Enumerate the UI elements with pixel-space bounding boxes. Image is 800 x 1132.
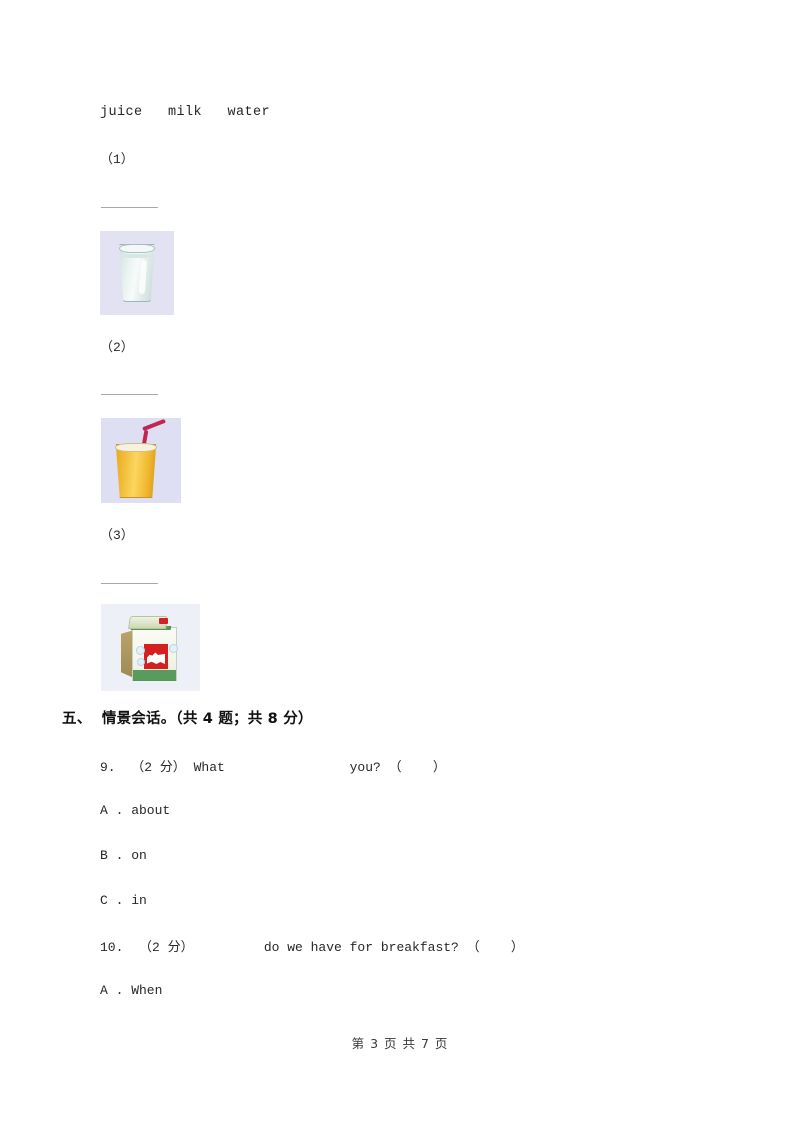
exam-paper-page: juice milk water （1） （2） （3） 五、 情景会话。（共 … [0, 0, 800, 1132]
item-label-3: （3） [100, 528, 134, 543]
glass-of-orange-juice-image [101, 418, 181, 503]
word-bank-line: juice milk water [100, 105, 271, 120]
water-glass-illustration [118, 244, 156, 302]
milk-carton-image [101, 604, 200, 691]
juice-body [115, 444, 157, 498]
water-surface [121, 254, 153, 258]
carton-logo [144, 644, 168, 669]
item-label-2: （2） [100, 340, 134, 355]
answer-blank-3[interactable] [101, 583, 158, 584]
decor-bubble-3 [169, 644, 178, 653]
carton-cap [159, 618, 168, 624]
milk-carton-illustration [121, 614, 179, 682]
question-9-stem: 9. （2 分） What you? （ ） [100, 760, 446, 775]
carton-base-band [133, 670, 176, 681]
juice-glass-illustration [114, 418, 166, 498]
glass-of-water-image [100, 231, 174, 315]
answer-blank-2[interactable] [101, 394, 158, 395]
juice-foam [115, 443, 157, 452]
question-9-option-c[interactable]: C . in [100, 893, 147, 908]
question-9-option-a[interactable]: A . about [100, 803, 170, 818]
section-heading: 五、 情景会话。（共 4 题；共 8 分） [62, 711, 313, 727]
page-footer: 第 3 页 共 7 页 [351, 1036, 449, 1051]
cow-icon [147, 652, 165, 664]
question-9-option-b[interactable]: B . on [100, 848, 147, 863]
answer-blank-1[interactable] [101, 207, 158, 208]
glass-rim [119, 244, 155, 253]
item-label-1: （1） [100, 152, 134, 167]
question-10-option-a[interactable]: A . When [100, 983, 162, 998]
straw-bend [142, 418, 166, 432]
question-10-stem: 10. （2 分） do we have for breakfast? （ ） [100, 940, 524, 955]
decor-bubble-1 [136, 646, 145, 655]
decor-bubble-2 [137, 658, 145, 666]
